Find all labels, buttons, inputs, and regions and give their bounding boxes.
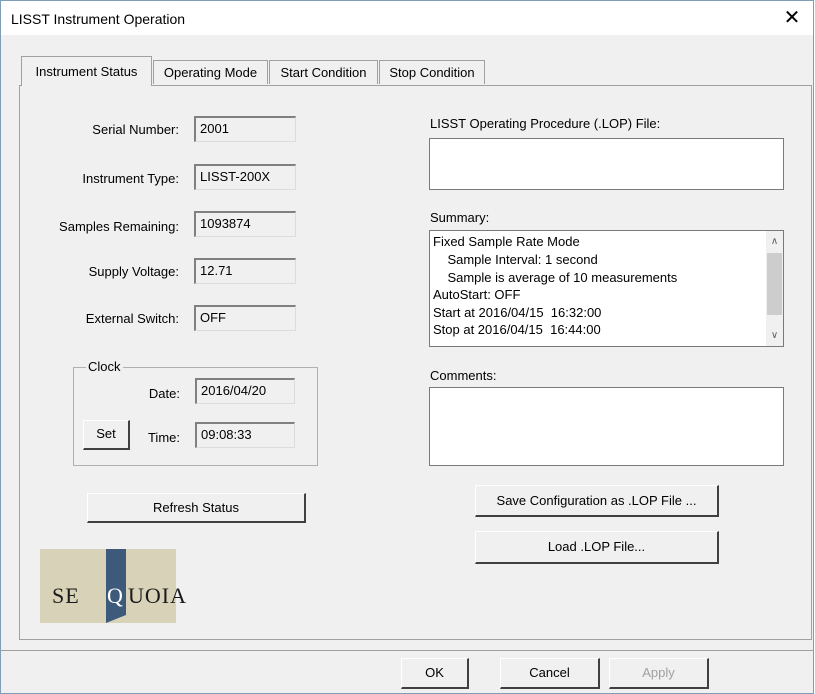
window-title: LISST Instrument Operation xyxy=(11,11,186,27)
summary-label: Summary: xyxy=(430,210,490,225)
serial-number-label: Serial Number: xyxy=(92,122,179,137)
comments-field[interactable] xyxy=(429,387,784,466)
serial-number-field: 2001 xyxy=(194,116,296,142)
summary-line: Start at 2016/04/15 16:32:00 xyxy=(433,305,602,320)
tab-start-condition[interactable]: Start Condition xyxy=(269,60,378,84)
scroll-down-icon[interactable]: ∨ xyxy=(766,327,783,344)
scroll-up-icon[interactable]: ∧ xyxy=(766,233,783,250)
refresh-status-button[interactable]: Refresh Status xyxy=(87,493,306,523)
apply-button[interactable]: Apply xyxy=(609,658,709,689)
samples-remaining-label: Samples Remaining: xyxy=(59,219,179,234)
date-field: 2016/04/20 xyxy=(195,378,295,404)
tab-operating-mode[interactable]: Operating Mode xyxy=(153,60,268,84)
tab-instrument-status[interactable]: Instrument Status xyxy=(21,56,152,86)
set-clock-button[interactable]: Set xyxy=(83,420,130,450)
ok-button[interactable]: OK xyxy=(401,658,469,689)
external-switch-field: OFF xyxy=(194,305,296,331)
cancel-button[interactable]: Cancel xyxy=(500,658,600,689)
summary-line: Sample is average of 10 measurements xyxy=(433,270,678,285)
instrument-type-label: Instrument Type: xyxy=(82,171,179,186)
summary-line: AutoStart: OFF xyxy=(433,287,521,302)
summary-line: Sample Interval: 1 second xyxy=(433,252,598,267)
external-switch-label: External Switch: xyxy=(85,311,179,326)
lop-file-label: LISST Operating Procedure (.LOP) File: xyxy=(430,116,661,131)
comments-label: Comments: xyxy=(430,368,497,383)
logo-text-q: Q xyxy=(107,583,123,608)
instrument-type-field: LISST-200X xyxy=(194,164,296,190)
lop-file-field[interactable] xyxy=(429,138,784,190)
supply-voltage-label: Supply Voltage: xyxy=(88,264,179,279)
date-label: Date: xyxy=(148,386,180,401)
samples-remaining-field: 1093874 xyxy=(194,211,296,237)
logo-text-pre: SE xyxy=(52,583,80,608)
close-icon[interactable]: ✕ xyxy=(779,5,805,31)
load-lop-button[interactable]: Load .LOP File... xyxy=(475,531,719,564)
summary-scrollbar[interactable]: ∧ ∨ xyxy=(766,231,783,346)
summary-line: Fixed Sample Rate Mode xyxy=(433,234,580,249)
save-lop-button[interactable]: Save Configuration as .LOP File ... xyxy=(475,485,719,517)
summary-box[interactable]: Fixed Sample Rate Mode Sample Interval: … xyxy=(429,230,784,347)
title-bar: LISST Instrument Operation ✕ xyxy=(1,1,813,35)
logo-text-post: UOIA xyxy=(128,583,187,608)
supply-voltage-field: 12.71 xyxy=(194,258,296,284)
summary-line: Stop at 2016/04/15 16:44:00 xyxy=(433,322,601,337)
scroll-thumb[interactable] xyxy=(767,253,782,315)
divider xyxy=(0,650,814,651)
clock-group-title: Clock xyxy=(86,359,123,374)
sequoia-logo: SE Q UOIA xyxy=(40,549,186,623)
tab-stop-condition[interactable]: Stop Condition xyxy=(379,60,485,84)
time-field: 09:08:33 xyxy=(195,422,295,448)
